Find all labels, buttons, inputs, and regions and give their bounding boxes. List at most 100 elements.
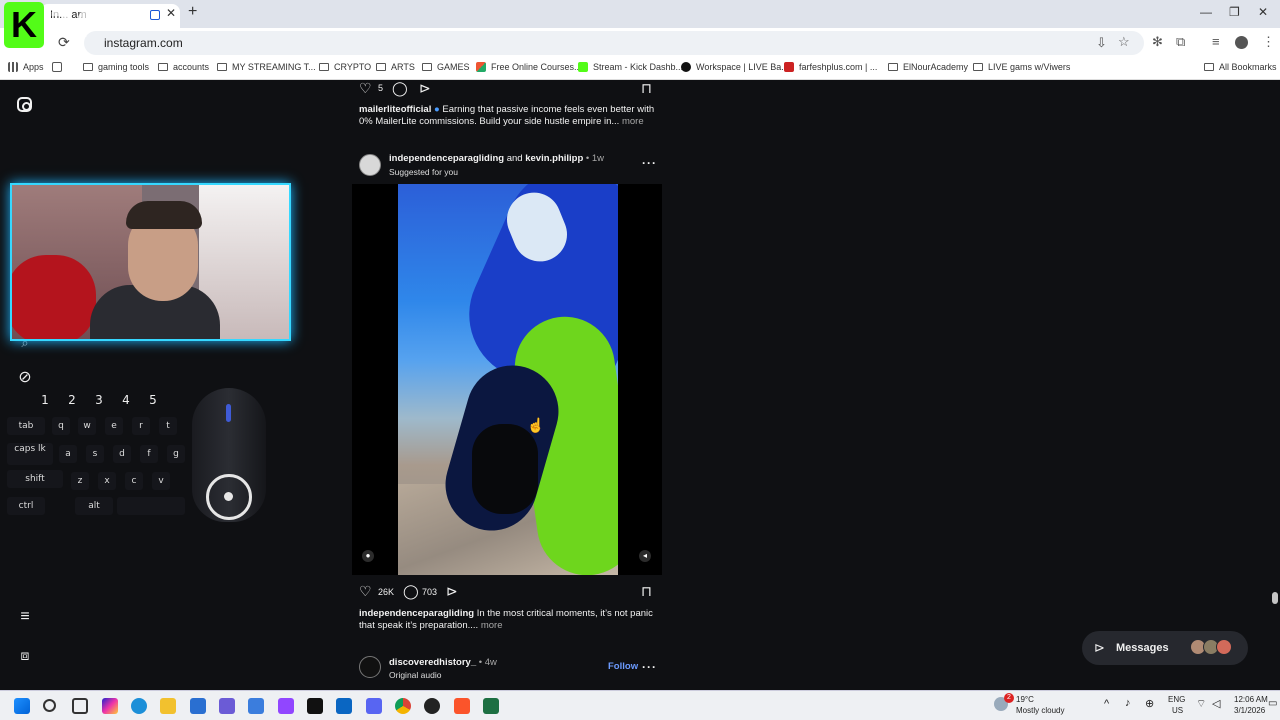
microphone-icon[interactable]: ♪ bbox=[1125, 697, 1131, 709]
minimize-icon[interactable]: — bbox=[1200, 5, 1212, 19]
post2-user2[interactable]: kevin.philipp bbox=[525, 153, 583, 164]
extension-translate-icon[interactable]: ✻ bbox=[1152, 34, 1163, 50]
post2-more-options-icon[interactable]: ··· bbox=[642, 156, 657, 170]
bookmark-workspace[interactable]: Workspace | LIVE Ba... bbox=[681, 62, 789, 72]
url-text[interactable]: instagram.com bbox=[104, 36, 183, 50]
post2-user1[interactable]: independenceparagliding bbox=[389, 153, 504, 164]
save-bookmark-icon[interactable]: ⊓ bbox=[641, 80, 652, 97]
new-tab-icon[interactable]: + bbox=[188, 3, 197, 21]
notifications-icon[interactable]: ▭ bbox=[1268, 698, 1277, 709]
brave-icon[interactable] bbox=[454, 698, 470, 714]
key-3: 3 bbox=[95, 393, 103, 407]
bookmark-kick-dashboard[interactable]: Stream - Kick Dashb... bbox=[578, 62, 683, 72]
bookmark-live-games[interactable]: LIVE gams w/Viwers bbox=[973, 62, 1070, 72]
apps-grid-icon bbox=[8, 62, 18, 72]
key-t: t bbox=[159, 417, 177, 435]
post2-more-link[interactable]: more bbox=[481, 620, 503, 631]
post3-more-options-icon[interactable]: ··· bbox=[642, 660, 657, 674]
key-e: e bbox=[105, 417, 123, 435]
explore-compass-icon[interactable]: ⊘ bbox=[16, 369, 34, 387]
task-view-icon[interactable] bbox=[72, 698, 88, 714]
sound-toggle-icon[interactable]: ◂ bbox=[639, 550, 651, 562]
bookmark-games[interactable]: GAMES bbox=[422, 62, 470, 72]
bookmark-all-bookmarks[interactable]: All Bookmarks bbox=[1204, 62, 1277, 72]
paragliding-video[interactable] bbox=[398, 184, 618, 575]
verified-badge-icon: ● bbox=[433, 104, 440, 115]
messages-label: Messages bbox=[1116, 642, 1169, 654]
menu-kebab-icon[interactable]: ⋮ bbox=[1262, 34, 1275, 50]
more-menu-icon[interactable]: ≡ bbox=[16, 608, 34, 626]
bookmark-my-streaming[interactable]: MY STREAMING T... bbox=[217, 62, 316, 72]
save-bookmark-icon[interactable]: ⊓ bbox=[641, 583, 652, 600]
close-window-icon[interactable]: ✕ bbox=[1258, 5, 1268, 19]
chevron-up-icon[interactable]: ^ bbox=[1104, 698, 1109, 710]
language-indicator[interactable]: ENG bbox=[1168, 695, 1185, 704]
network-icon[interactable]: ⊕ bbox=[1145, 697, 1154, 710]
post2-username[interactable]: independenceparagliding bbox=[359, 608, 474, 619]
windows-start-icon[interactable] bbox=[14, 698, 30, 714]
post1-username[interactable]: mailerliteofficial bbox=[359, 104, 431, 115]
profile-avatar[interactable] bbox=[1235, 36, 1248, 49]
share-icon[interactable]: ⊳ bbox=[419, 80, 431, 97]
comment-icon[interactable]: ◯ bbox=[403, 583, 419, 600]
teams-icon[interactable] bbox=[219, 698, 235, 714]
bookmark-apps[interactable]: Apps bbox=[8, 62, 44, 72]
post3-username[interactable]: discoveredhistory_ bbox=[389, 657, 476, 668]
instagram-logo-icon[interactable] bbox=[16, 96, 34, 114]
tagged-people-icon[interactable]: ● bbox=[362, 550, 374, 562]
post2-avatar[interactable] bbox=[359, 154, 381, 176]
tab-search-icon[interactable]: ≡ bbox=[1212, 34, 1220, 49]
messages-button[interactable]: ⊳ Messages bbox=[1082, 631, 1248, 665]
bookmark-arts[interactable]: ARTS bbox=[376, 62, 415, 72]
install-app-icon[interactable]: ⇩ bbox=[1096, 35, 1107, 51]
x-icon[interactable] bbox=[307, 698, 323, 714]
bookmark-grid[interactable] bbox=[52, 62, 67, 72]
weather-desc[interactable]: Mostly cloudy bbox=[1016, 706, 1064, 715]
clock-date[interactable]: 3/1/2026 bbox=[1234, 706, 1265, 715]
bookmark-accounts[interactable]: accounts bbox=[158, 62, 209, 72]
chrome-icon[interactable] bbox=[395, 698, 411, 714]
also-from-meta-icon[interactable]: ⧈ bbox=[16, 646, 34, 664]
like-icon[interactable]: ♡ bbox=[359, 583, 372, 600]
follow-button[interactable]: Follow bbox=[608, 661, 638, 672]
share-icon[interactable]: ⊳ bbox=[446, 583, 458, 600]
excel-icon[interactable] bbox=[483, 698, 499, 714]
search-icon[interactable] bbox=[43, 699, 56, 712]
bookmark-star-icon[interactable]: ☆ bbox=[1118, 34, 1130, 50]
clock-time[interactable]: 12:06 AM bbox=[1234, 695, 1268, 704]
bookmark-farfeshplus[interactable]: farfeshplus.com | ... bbox=[784, 62, 877, 72]
edge-icon[interactable] bbox=[131, 698, 147, 714]
weather-temp[interactable]: 19°C bbox=[1016, 695, 1034, 704]
address-bar[interactable]: instagram.com ⇩ ☆ bbox=[84, 31, 1144, 55]
webcam-overlay bbox=[10, 183, 291, 341]
bookmark-crypto[interactable]: CRYPTO bbox=[319, 62, 371, 72]
screen: In... am ✕ + — ❐ ✕ ⟳ instagram.com ⇩ ☆ ✻… bbox=[0, 0, 1280, 720]
store-icon[interactable] bbox=[190, 698, 206, 714]
like-icon[interactable]: ♡ bbox=[359, 80, 372, 97]
file-explorer-icon[interactable] bbox=[160, 698, 176, 714]
wifi-icon[interactable]: ⌔ bbox=[1196, 697, 1206, 711]
twitch-icon[interactable] bbox=[278, 698, 294, 714]
linkedin-icon[interactable] bbox=[336, 698, 352, 714]
bookmark-gaming-tools[interactable]: gaming tools bbox=[83, 62, 149, 72]
bookmark-elnouracademy[interactable]: ElNourAcademy bbox=[888, 62, 968, 72]
copilot-icon[interactable] bbox=[102, 698, 118, 714]
key-4: 4 bbox=[122, 393, 130, 407]
post1-more-link[interactable]: more bbox=[622, 116, 644, 127]
tab-media-icon[interactable] bbox=[150, 10, 160, 20]
tab-close-icon[interactable]: ✕ bbox=[166, 6, 176, 20]
volume-icon[interactable]: ◁ bbox=[1212, 697, 1220, 710]
folder-icon bbox=[973, 63, 983, 71]
obs-icon[interactable] bbox=[424, 698, 440, 714]
discord-icon[interactable] bbox=[366, 698, 382, 714]
key-d: d bbox=[113, 445, 131, 463]
outlook-icon[interactable] bbox=[248, 698, 264, 714]
comment-icon[interactable]: ◯ bbox=[392, 80, 408, 97]
post3-avatar[interactable] bbox=[359, 656, 381, 678]
bookmark-free-online-courses[interactable]: Free Online Courses... bbox=[476, 62, 582, 72]
restore-icon[interactable]: ❐ bbox=[1229, 5, 1240, 19]
browser-toolbar: ⟳ instagram.com ⇩ ☆ ✻ ⧉ ≡ ⋮ bbox=[0, 28, 1280, 58]
kick-icon bbox=[578, 62, 588, 72]
extensions-puzzle-icon[interactable]: ⧉ bbox=[1176, 34, 1185, 50]
scrollbar-thumb[interactable] bbox=[1272, 592, 1278, 604]
